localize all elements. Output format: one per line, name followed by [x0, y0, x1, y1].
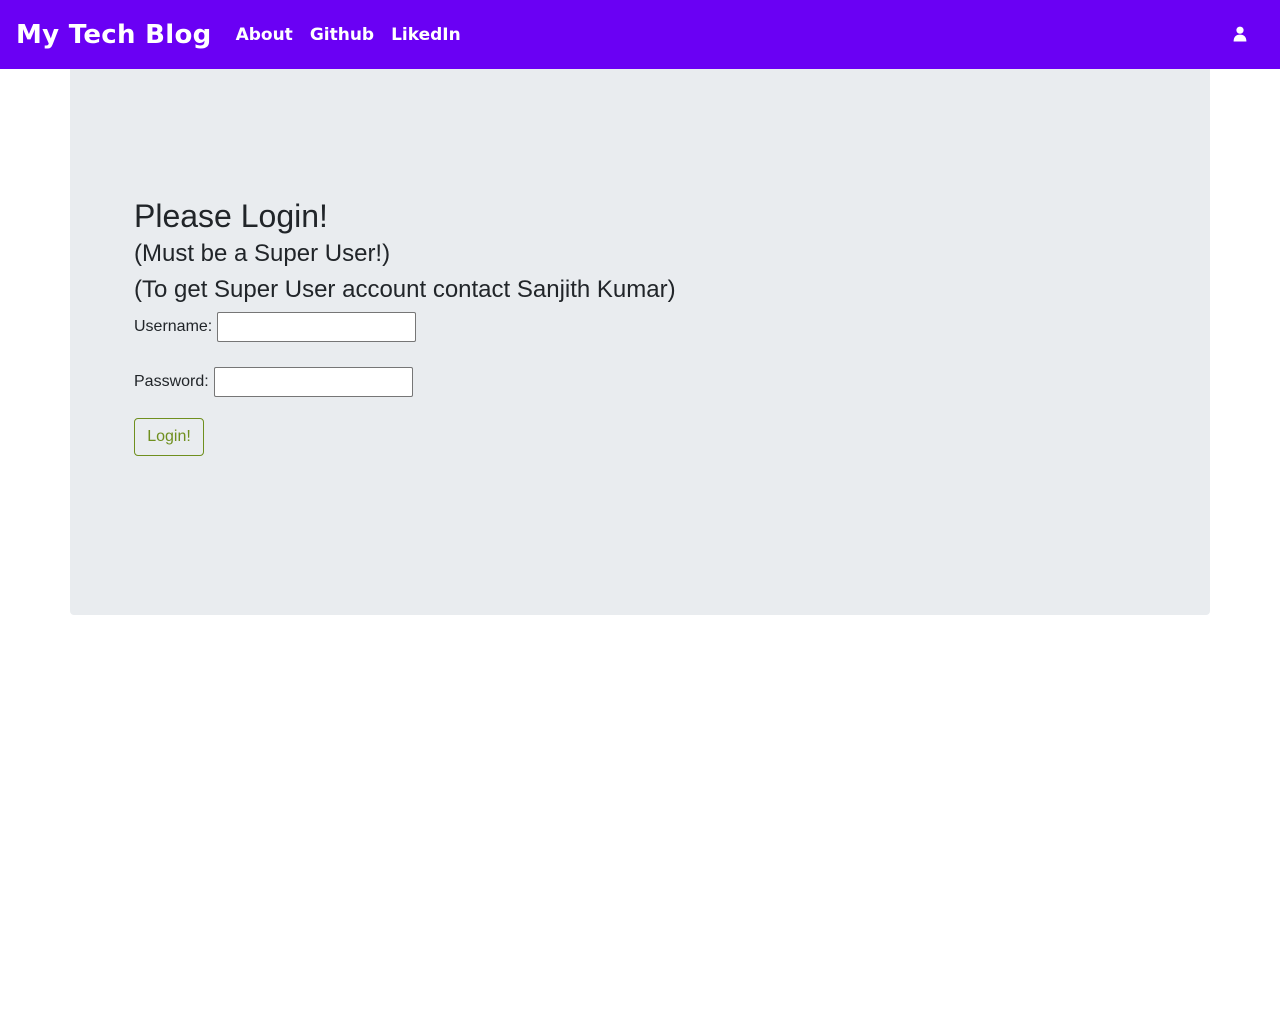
nav-link-linkedin[interactable]: LikedIn: [391, 25, 461, 45]
super-user-note: (Must be a Super User!): [134, 240, 391, 267]
password-label: Password:: [134, 373, 209, 390]
password-row: Password:: [134, 367, 676, 397]
top-navbar: My Tech Blog About Github LikedIn: [0, 0, 1280, 69]
nav-link-github[interactable]: Github: [310, 25, 374, 45]
password-input[interactable]: [213, 367, 413, 397]
login-button[interactable]: Login!: [134, 418, 204, 456]
site-brand-link[interactable]: My Tech Blog: [16, 20, 212, 50]
username-input[interactable]: [217, 312, 417, 342]
username-row: Username:: [134, 312, 676, 342]
login-panel: Please Login! (Must be a Super User!) (T…: [70, 69, 1210, 615]
login-form: Username: Password: Login!: [134, 312, 676, 456]
username-label: Username:: [134, 318, 213, 335]
login-content: Please Login! (Must be a Super User!) (T…: [134, 196, 676, 456]
page-title: Please Login!: [134, 198, 328, 234]
contact-note: (To get Super User account contact Sanji…: [134, 276, 676, 303]
nav-link-about[interactable]: About: [236, 25, 293, 45]
user-icon[interactable]: [1230, 24, 1250, 46]
